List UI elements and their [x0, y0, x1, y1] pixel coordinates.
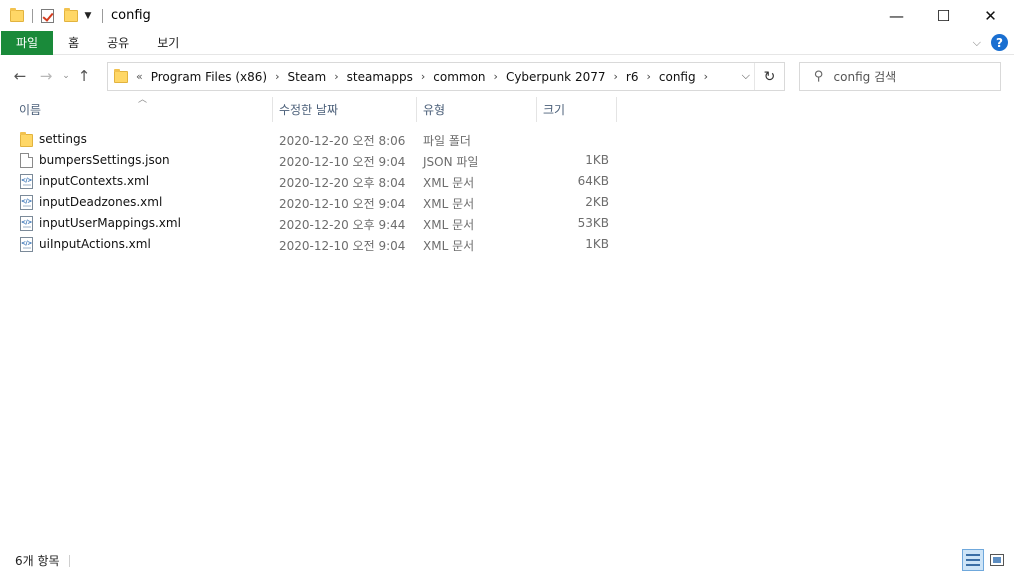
file-name: settings — [39, 132, 87, 146]
file-name: bumpersSettings.json — [39, 153, 170, 167]
chevron-down-icon[interactable]: ⌵ — [973, 36, 981, 50]
breadcrumb-item[interactable]: config — [659, 70, 696, 84]
title-bar: ▼ config — ☐ ✕ — [0, 0, 1014, 31]
details-view-icon — [966, 554, 980, 566]
file-size: 64KB — [577, 174, 609, 188]
column-header-name[interactable]: 이름 — [13, 97, 273, 122]
file-type: 파일 폴더 — [423, 134, 471, 148]
file-type: XML 문서 — [423, 197, 475, 211]
file-date: 2020-12-10 오전 9:04 — [279, 197, 406, 211]
view-toggle — [962, 549, 1008, 571]
file-date: 2020-12-20 오후 8:04 — [279, 176, 406, 190]
folder-icon — [20, 132, 33, 147]
list-item[interactable]: uiInputActions.xml 2020-12-10 오전 9:04 XM… — [0, 234, 1014, 255]
xml-file-icon — [20, 216, 33, 231]
properties-icon[interactable] — [41, 8, 54, 23]
breadcrumb-chevron-icon[interactable]: › — [704, 70, 708, 83]
new-folder-icon[interactable] — [64, 7, 78, 22]
explorer-window: ▼ config — ☐ ✕ 파일 홈 공유 보기 ⌵ ? ← → ⌄ ↑ « … — [0, 0, 1014, 573]
forward-button[interactable]: → — [35, 67, 57, 85]
item-count: 6개 항목 — [15, 554, 60, 568]
tab-file[interactable]: 파일 — [1, 30, 54, 55]
column-headers: ︿ 이름 수정한 날짜 유형 크기 — [0, 95, 1014, 122]
file-type: XML 문서 — [423, 218, 475, 232]
file-size: 53KB — [577, 216, 609, 230]
folder-icon — [10, 7, 24, 22]
maximize-button[interactable]: ☐ — [920, 0, 967, 31]
search-icon: ⚲ — [814, 69, 824, 84]
file-date: 2020-12-20 오전 8:06 — [279, 134, 406, 148]
list-item[interactable]: inputDeadzones.xml 2020-12-10 오전 9:04 XM… — [0, 192, 1014, 213]
breadcrumb-item[interactable]: Steam — [287, 70, 326, 84]
file-size: 1KB — [585, 237, 609, 251]
file-type: XML 문서 — [423, 239, 475, 253]
file-size: 1KB — [585, 153, 609, 167]
list-item[interactable]: inputUserMappings.xml 2020-12-20 오후 9:44… — [0, 213, 1014, 234]
breadcrumb: Program Files (x86) › Steam › steamapps … — [151, 70, 716, 84]
file-name: inputContexts.xml — [39, 174, 150, 188]
search-box[interactable]: ⚲ — [799, 62, 1001, 91]
list-item[interactable]: bumpersSettings.json 2020-12-10 오전 9:04 … — [0, 150, 1014, 171]
breadcrumb-item[interactable]: Cyberpunk 2077 — [506, 70, 606, 84]
customize-toolbar-dropdown-icon[interactable]: ▼ — [82, 11, 94, 21]
breadcrumb-item[interactable]: common — [433, 70, 485, 84]
breadcrumb-item[interactable]: r6 — [626, 70, 639, 84]
file-date: 2020-12-10 오전 9:04 — [279, 239, 406, 253]
file-name: inputDeadzones.xml — [39, 195, 163, 209]
tab-view[interactable]: 보기 — [143, 31, 193, 55]
tab-home[interactable]: 홈 — [53, 31, 93, 55]
large-icons-view-button[interactable] — [986, 549, 1008, 571]
breadcrumb-item[interactable]: steamapps — [347, 70, 413, 84]
tab-share[interactable]: 공유 — [93, 31, 143, 55]
details-view-button[interactable] — [962, 549, 984, 571]
quick-access-toolbar: ▼ — [0, 7, 107, 23]
breadcrumb-chevron-icon[interactable]: › — [334, 70, 338, 83]
list-item[interactable]: settings 2020-12-20 오전 8:06 파일 폴더 — [0, 129, 1014, 150]
window-title: config — [111, 8, 151, 23]
xml-file-icon — [20, 237, 33, 252]
refresh-button[interactable]: ↻ — [754, 63, 784, 90]
close-button[interactable]: ✕ — [967, 0, 1014, 31]
ribbon-right-controls: ⌵ ? — [973, 34, 1008, 51]
ribbon-tabs: 파일 홈 공유 보기 ⌵ ? — [0, 30, 1014, 55]
back-button[interactable]: ← — [9, 67, 31, 85]
window-controls: — ☐ ✕ — [873, 0, 1014, 31]
divider — [102, 8, 103, 23]
column-header-size[interactable]: 크기 — [537, 97, 617, 122]
file-name: inputUserMappings.xml — [39, 216, 181, 230]
minimize-button[interactable]: — — [873, 0, 920, 31]
search-input[interactable] — [833, 69, 984, 84]
xml-file-icon — [20, 174, 33, 189]
folder-icon — [114, 68, 128, 83]
breadcrumb-chevron-icon[interactable]: › — [494, 70, 498, 83]
list-item[interactable]: inputContexts.xml 2020-12-20 오후 8:04 XML… — [0, 171, 1014, 192]
file-list: settings 2020-12-20 오전 8:06 파일 폴더 bumper… — [0, 129, 1014, 255]
column-header-type[interactable]: 유형 — [417, 97, 537, 122]
address-history-dropdown-icon[interactable]: ⌵ — [742, 69, 750, 83]
file-name: uiInputActions.xml — [39, 237, 151, 251]
file-date: 2020-12-20 오후 9:44 — [279, 218, 406, 232]
column-header-date[interactable]: 수정한 날짜 — [273, 97, 417, 122]
breadcrumb-chevron-icon[interactable]: › — [646, 70, 650, 83]
breadcrumb-overflow[interactable]: « — [136, 70, 143, 83]
breadcrumb-chevron-icon[interactable]: › — [613, 70, 617, 83]
breadcrumb-chevron-icon[interactable]: › — [421, 70, 425, 83]
divider — [68, 554, 70, 567]
address-bar[interactable]: « Program Files (x86) › Steam › steamapp… — [107, 62, 785, 91]
file-type: XML 문서 — [423, 176, 475, 190]
file-date: 2020-12-10 오전 9:04 — [279, 155, 406, 169]
status-bar: 6개 항목 — [0, 548, 1014, 573]
help-icon[interactable]: ? — [991, 34, 1008, 51]
file-type: JSON 파일 — [423, 155, 479, 169]
breadcrumb-item[interactable]: Program Files (x86) — [151, 70, 267, 84]
file-size: 2KB — [585, 195, 609, 209]
up-button[interactable]: ↑ — [73, 67, 95, 85]
breadcrumb-chevron-icon[interactable]: › — [275, 70, 279, 83]
recent-locations-button[interactable]: ⌄ — [59, 71, 73, 81]
xml-file-icon — [20, 195, 33, 210]
file-icon — [20, 153, 33, 168]
divider — [32, 8, 33, 23]
large-icons-view-icon — [990, 554, 1004, 566]
navigation-bar: ← → ⌄ ↑ « Program Files (x86) › Steam › … — [0, 56, 1014, 96]
